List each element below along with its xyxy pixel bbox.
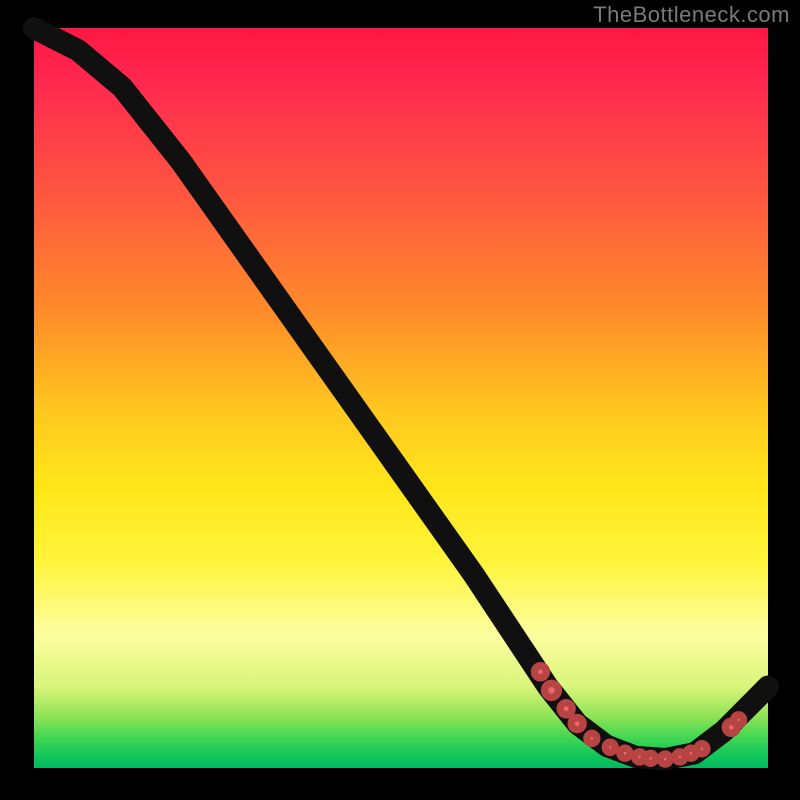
chart-container: TheBottleneck.com (0, 0, 800, 800)
curve-marker (646, 753, 656, 763)
curve-marker (697, 744, 707, 754)
curve-marker (560, 703, 572, 715)
curve-marker (534, 666, 546, 678)
curve-marker (660, 754, 670, 764)
attribution-text: TheBottleneck.com (593, 2, 790, 28)
curve-svg (34, 28, 768, 768)
curve-marker (544, 683, 558, 697)
bottleneck-curve (34, 28, 768, 759)
curve-marker (734, 715, 744, 725)
curve-marker (587, 733, 597, 743)
curve-marker (620, 748, 630, 758)
plot-area (34, 28, 768, 768)
curve-marker (605, 742, 615, 752)
curve-marker (571, 718, 583, 730)
